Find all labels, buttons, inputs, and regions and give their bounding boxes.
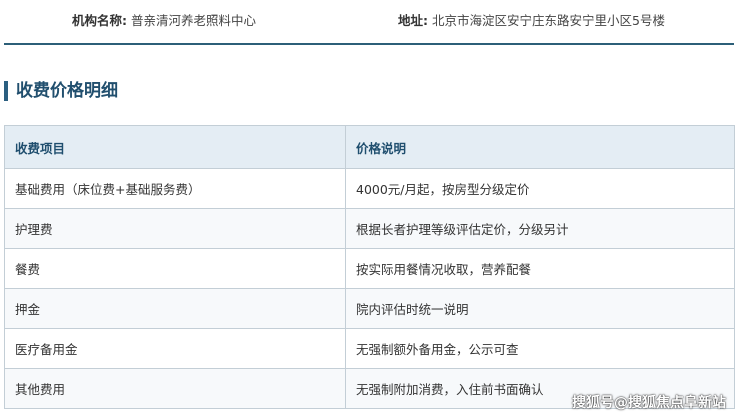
table-cell-item: 基础费用（床位费+基础服务费）: [4, 168, 346, 209]
table-cell-item: 餐费: [4, 248, 346, 289]
column-header-price: 价格说明: [345, 125, 735, 169]
table-cell-item: 护理费: [4, 208, 346, 249]
table-cell-price: 按实际用餐情况收取，营养配餐: [345, 248, 735, 289]
table-row: 基础费用（床位费+基础服务费） 4000元/月起，按房型分级定价: [4, 168, 735, 209]
org-label: 机构名称:: [72, 13, 127, 28]
address-label: 地址:: [398, 13, 428, 28]
section-accent-bar: [4, 81, 8, 101]
info-row: 机构名称: 普亲清河养老照料中心 地址: 北京市海淀区安宁庄东路安宁里小区5号楼: [0, 0, 740, 44]
watermark: 搜狐号@搜狐焦点阜新站: [572, 395, 726, 411]
column-header-item: 收费项目: [4, 125, 346, 169]
address-value: 北京市海淀区安宁庄东路安宁里小区5号楼: [431, 13, 665, 28]
table-row: 护理费 根据长者护理等级评估定价，分级另计: [4, 208, 735, 249]
org-info: 机构名称: 普亲清河养老照料中心: [72, 10, 256, 29]
table-row: 医疗备用金 无强制额外备用金，公示可查: [4, 328, 735, 369]
info-divider: [4, 43, 734, 45]
table-cell-item: 押金: [4, 288, 346, 329]
org-value: 普亲清河养老照料中心: [130, 13, 256, 28]
section-title: 收费价格明细: [16, 81, 118, 101]
table-cell-price: 4000元/月起，按房型分级定价: [345, 168, 735, 209]
table-cell-price: 院内评估时统一说明: [345, 288, 735, 329]
table-header-row: 收费项目 价格说明: [4, 125, 735, 169]
table-cell-item: 其他费用: [4, 368, 346, 409]
table-row: 餐费 按实际用餐情况收取，营养配餐: [4, 248, 735, 289]
address-info: 地址: 北京市海淀区安宁庄东路安宁里小区5号楼: [398, 10, 665, 29]
table-cell-price: 无强制额外备用金，公示可查: [345, 328, 735, 369]
table-cell-price: 根据长者护理等级评估定价，分级另计: [345, 208, 735, 249]
fee-table: 收费项目 价格说明 基础费用（床位费+基础服务费） 4000元/月起，按房型分级…: [4, 125, 735, 409]
table-cell-item: 医疗备用金: [4, 328, 346, 369]
table-row: 押金 院内评估时统一说明: [4, 288, 735, 329]
